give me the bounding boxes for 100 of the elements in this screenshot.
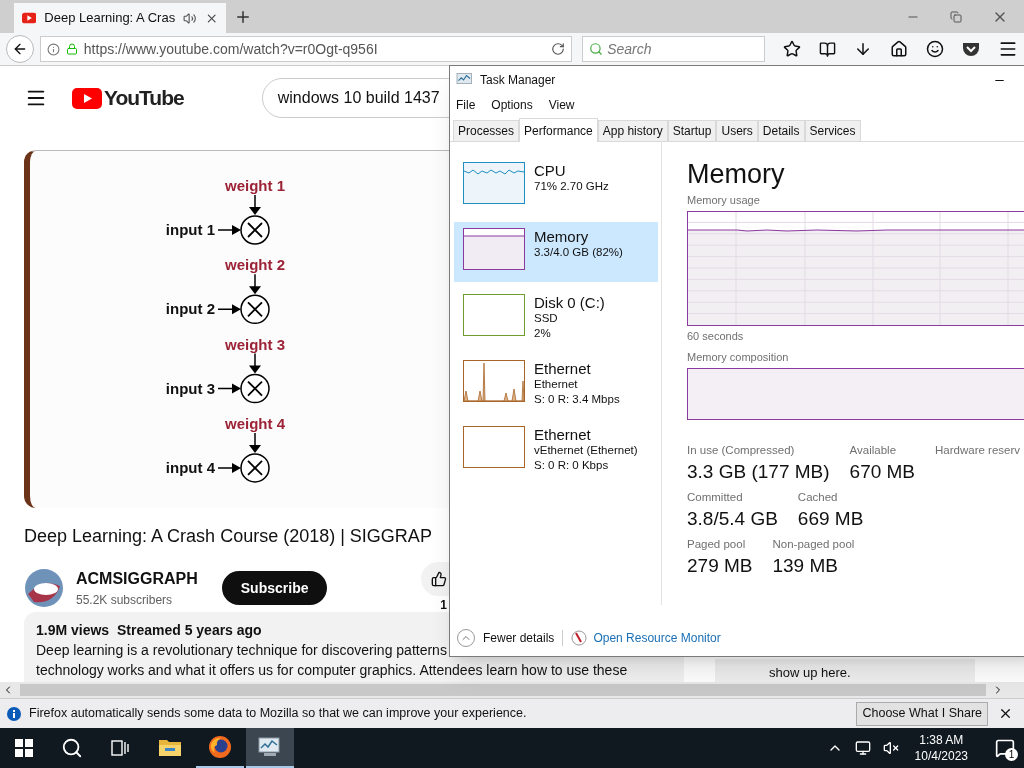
pocket-icon[interactable]: [962, 41, 980, 57]
choose-share-button[interactable]: Choose What I Share: [856, 701, 988, 726]
resource-name: Disk 0 (C:): [534, 294, 605, 311]
new-tab-icon[interactable]: [234, 8, 252, 26]
stat-label: Paged pool: [687, 537, 747, 552]
resource-name: Ethernet: [534, 426, 592, 443]
back-button[interactable]: [6, 35, 34, 63]
notifications-button[interactable]: 1: [994, 737, 1016, 759]
menu-item[interactable]: Options: [491, 96, 533, 114]
resource-item[interactable]: Memory 3.3/4.0 GB (82%): [454, 222, 658, 282]
weight-label: weight 4: [225, 414, 285, 432]
resource-name: CPU: [534, 162, 567, 179]
stat-label: Hardware reserv: [935, 442, 1021, 458]
stat-label: Cached: [797, 489, 839, 505]
arrow: [249, 273, 261, 295]
channel-name[interactable]: ACMSIGGRAPH: [76, 567, 198, 591]
task-view-icon: [111, 740, 129, 756]
video-player[interactable]: weight 1 input 1 weight 2 input 2 weight 3 input 3 weight 4 input 4: [24, 150, 449, 508]
video-title: Deep Learning: A Crash Course (2018) | SIGGRAP: [24, 525, 432, 548]
firefox-icon: [208, 735, 232, 759]
close-icon[interactable]: [998, 706, 1013, 721]
arrow: [249, 352, 261, 374]
stat-label: Committed: [687, 489, 744, 505]
thumbs-up-icon: [431, 571, 447, 587]
muted-speaker-icon[interactable]: [882, 740, 899, 756]
resource-detail: vEthernet (Ethernet): [534, 443, 638, 458]
search-icon: [589, 42, 604, 56]
multiply-node: [240, 453, 270, 483]
tab[interactable]: Processes: [453, 120, 520, 141]
info-icon[interactable]: [46, 42, 60, 56]
subscribe-button[interactable]: Subscribe: [221, 571, 328, 605]
subscriber-count: 55.2K subscribers: [76, 592, 174, 609]
weight-label: weight 3: [225, 335, 285, 353]
network-icon[interactable]: [854, 740, 871, 756]
resource-detail: S: 0 R: 3.4 Mbps: [534, 392, 620, 407]
arrow: [249, 432, 261, 453]
resource-detail: S: 0 R: 0 Kbps: [534, 458, 610, 473]
stat-label: Available: [849, 442, 898, 458]
download-icon[interactable]: [854, 40, 872, 58]
tab[interactable]: Performance: [519, 118, 598, 142]
lock-icon: [65, 43, 78, 55]
resource-detail: 2%: [534, 326, 552, 341]
monitor-chart-icon: [258, 736, 282, 758]
input-label: input 3: [165, 379, 215, 397]
speaker-icon[interactable]: [183, 10, 197, 26]
fewer-details-button[interactable]: Fewer details: [457, 628, 555, 647]
resource-item[interactable]: CPU 71% 2.70 GHz: [454, 156, 658, 216]
resource-detail: 3.3/4.0 GB (82%): [534, 245, 623, 260]
tab[interactable]: Startup: [667, 120, 717, 141]
stat-value: 3.3 GB (177 MB): [687, 459, 830, 484]
clock-date[interactable]: 10/4/2023: [914, 748, 968, 764]
like-button[interactable]: [421, 562, 449, 596]
resource-detail: SSD: [534, 311, 559, 326]
arrow: [217, 304, 241, 315]
search-field[interactable]: Search: [582, 36, 765, 62]
arrow: [217, 225, 241, 235]
resource-item[interactable]: Disk 0 (C:) SSD 2%: [454, 288, 658, 348]
home-icon[interactable]: [890, 40, 908, 58]
tab[interactable]: Details: [757, 120, 805, 141]
search-icon: [61, 737, 83, 759]
multiply-node: [240, 373, 270, 404]
play-logo-icon: [22, 12, 37, 24]
description-text: technology works and what it offers us for computer graphics. Attendees learn how to use these: [36, 661, 628, 680]
stat-value: 670 MB: [849, 459, 916, 484]
tab[interactable]: Users: [716, 120, 758, 141]
arrow: [217, 383, 241, 394]
url-text: https://www.youtube.com/watch?v=r0Ogt-q956I: [83, 39, 378, 59]
site-logo-text[interactable]: YouTube: [104, 82, 184, 114]
input-label: input 1: [165, 221, 215, 238]
horizontal-scrollbar[interactable]: [0, 682, 1024, 698]
bookmark-star-icon[interactable]: [783, 40, 801, 58]
smiley-icon[interactable]: [926, 40, 944, 58]
tab-title: Deep Learning: A Cras: [44, 9, 176, 28]
resource-item[interactable]: Ethernet Ethernet S: 0 R: 3.4 Mbps: [454, 354, 658, 414]
reload-icon[interactable]: [551, 42, 566, 56]
menu-icon[interactable]: [998, 39, 1018, 59]
url-field[interactable]: https://www.youtube.com/watch?v=r0Ogt-q956I: [39, 36, 573, 62]
like-count: 1: [440, 597, 447, 614]
clock-time[interactable]: 1:38 AM: [919, 732, 964, 748]
stat-value: 669 MB: [797, 507, 864, 531]
notification-text: Firefox automatically sends some data to Mozilla so that we can improve your experience.: [29, 705, 527, 723]
stat-value: 139 MB: [772, 554, 839, 579]
channel-avatar[interactable]: [24, 568, 64, 608]
stat-label: Non-paged pool: [772, 537, 855, 552]
folder-icon: [158, 737, 182, 757]
library-icon[interactable]: [819, 40, 836, 58]
restore-icon[interactable]: [950, 10, 962, 23]
tab[interactable]: App history: [597, 120, 668, 141]
taskbar-app-button[interactable]: [246, 728, 294, 768]
weight-label: weight 2: [225, 256, 285, 274]
weight-label: weight 1: [225, 177, 285, 194]
menu-item[interactable]: File: [456, 96, 476, 114]
chart-label: Memory usage: [687, 193, 761, 208]
notification-count: 1: [1005, 748, 1018, 761]
tab[interactable]: Services: [804, 120, 861, 141]
browser-tab[interactable]: Deep Learning: A Cras: [14, 3, 226, 33]
play-logo-icon[interactable]: [72, 87, 102, 109]
resource-item[interactable]: Ethernet vEthernet (Ethernet) S: 0 R: 0 Kbps: [454, 420, 658, 480]
panel-heading: Memory: [687, 158, 786, 190]
info-icon: [7, 706, 21, 721]
